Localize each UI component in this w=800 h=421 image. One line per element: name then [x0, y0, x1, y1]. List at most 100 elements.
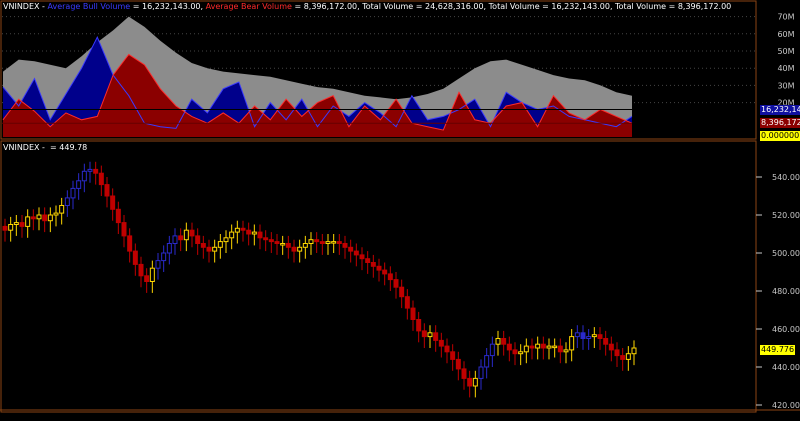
candle-body [620, 355, 626, 360]
chart-canvas[interactable]: 20M30M40M50M60M70M 420.00440.00460.00480… [0, 0, 800, 421]
candle-body [523, 345, 529, 353]
candle-body [2, 225, 8, 231]
total-volume-value-2: 16,232,143.00 [551, 2, 610, 11]
candle-body [121, 222, 127, 237]
candle-body [291, 246, 297, 252]
candle-body [399, 286, 405, 298]
candle-body [552, 345, 558, 349]
candle-body [342, 243, 348, 248]
candle-body [359, 254, 365, 260]
volume-symbol: VNINDEX [3, 2, 40, 11]
volume-tick-label: 30M [777, 81, 794, 90]
zero-tag: 0.000000 [760, 131, 800, 141]
candle-body [257, 231, 263, 239]
volume-tick-label: 60M [777, 30, 794, 39]
candle-body [132, 250, 138, 265]
price-tick-label: 440.00 [772, 363, 800, 372]
candle-body [501, 338, 507, 345]
candle-body [59, 205, 65, 214]
total-volume-value-3: 8,396,172.00 [677, 2, 732, 11]
candle-body [81, 170, 87, 182]
candle-body [64, 197, 70, 206]
price-eq: = [50, 143, 57, 152]
candle-body [472, 377, 478, 387]
candle-body [19, 222, 25, 227]
candle-body [484, 355, 490, 368]
candle-body [166, 243, 172, 254]
candle-body [614, 349, 620, 357]
candle-body [625, 353, 631, 360]
candle-body [280, 243, 286, 246]
volume-tick-label: 50M [777, 47, 794, 56]
candle-body [229, 231, 235, 239]
candle-body [76, 180, 82, 189]
candle-body [104, 184, 110, 197]
candle-body [455, 358, 461, 370]
candle-body [189, 229, 195, 237]
bull-volume-value: 16,232,143.00 [141, 2, 201, 11]
candle-body [591, 334, 597, 338]
volume-legend: VNINDEX - Average Bull Volume = 16,232,1… [3, 2, 732, 11]
candle-body [495, 338, 501, 345]
price-legend: VNINDEX - = 449.78 [3, 143, 87, 152]
candle-body [314, 239, 320, 243]
price-dash: - [42, 143, 45, 152]
chart-window: 20M 30M 40M 50M 60M 70M 420.00 440.00 460.00 480… [0, 0, 800, 421]
volume-panel: 20M30M40M50M60M70M [2, 13, 795, 138]
candle-body [183, 229, 189, 241]
candle-body [212, 246, 218, 252]
candle-body [331, 241, 337, 244]
candle-body [427, 332, 433, 338]
candle-body [297, 246, 303, 252]
candle-body [421, 330, 427, 338]
candle-body [217, 241, 223, 248]
bear-volume-label: Average Bear Volume [205, 2, 292, 11]
candle-body [87, 168, 93, 172]
price-symbol: VNINDEX [3, 143, 40, 152]
candle-body [206, 246, 212, 252]
total-volume-label-1: Total Volume [362, 2, 414, 11]
bull-volume-tag: 16,232,14 [760, 105, 800, 115]
candle-body [110, 195, 116, 210]
candle-body [251, 231, 257, 235]
candle-body [274, 241, 280, 245]
candle-body [557, 345, 563, 353]
candle-body [268, 239, 274, 243]
total-volume-label-3: Total Volume [615, 2, 667, 11]
price-tick-label: 420.00 [772, 401, 800, 410]
candle-body [518, 351, 524, 355]
candle-body [506, 343, 512, 351]
candle-body [365, 258, 371, 264]
candle-body [444, 345, 450, 353]
candle-body [489, 343, 495, 357]
candle-body [53, 212, 59, 216]
candle-body [597, 334, 603, 340]
candle-body [127, 235, 133, 252]
candle-body [376, 265, 382, 271]
candle-body [467, 377, 473, 387]
bear-volume-value: 8,396,172.00 [303, 2, 358, 11]
candle-body [285, 243, 291, 248]
candle-body [631, 347, 637, 355]
candle-body [370, 262, 376, 267]
candle-body [382, 269, 388, 275]
candle-body [70, 187, 76, 199]
candle-body [529, 345, 535, 349]
candle-body [161, 252, 167, 262]
candle-body [172, 235, 178, 244]
candle-body [387, 273, 393, 281]
candle-body [178, 235, 184, 241]
candle-body [195, 235, 201, 244]
candle-body [149, 267, 155, 283]
candle-body [410, 307, 416, 321]
candle-body [569, 336, 575, 351]
candle-body [240, 227, 246, 231]
candle-body [325, 241, 331, 245]
candle-body [603, 338, 609, 345]
candle-body [336, 241, 342, 245]
candle-body [223, 237, 229, 243]
candle-body [574, 332, 580, 338]
bear-volume-tag: 8,396,172 [760, 118, 800, 128]
candle-body [138, 263, 144, 277]
candle-body [535, 343, 541, 349]
